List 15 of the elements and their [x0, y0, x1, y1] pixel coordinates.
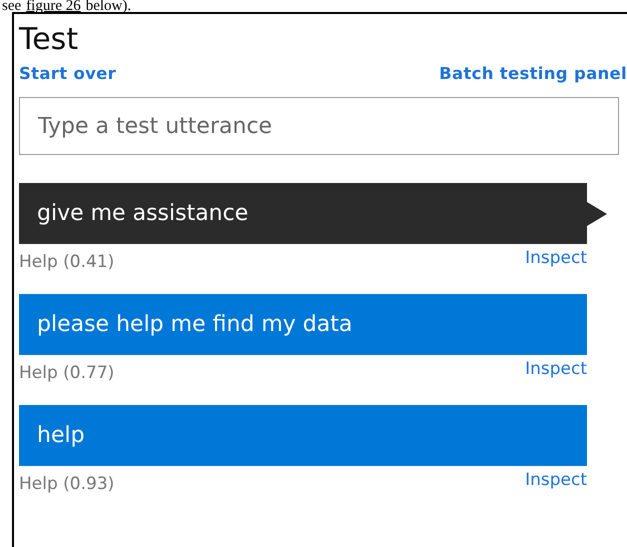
intent-score: Help (0.41): [19, 252, 114, 272]
intent-score: Help (0.93): [19, 474, 114, 494]
intent-score: Help (0.77): [19, 363, 114, 383]
batch-testing-link[interactable]: Batch testing panel: [439, 64, 627, 83]
inspect-link[interactable]: Inspect: [525, 470, 587, 490]
inspect-link[interactable]: Inspect: [525, 359, 587, 379]
utterance-item[interactable]: help: [19, 405, 587, 466]
pointer-icon: [587, 202, 607, 226]
panel-title: Test: [19, 22, 78, 58]
utterance-item[interactable]: give me assistance: [19, 183, 587, 244]
document-text: see: [2, 0, 22, 14]
utterance-input[interactable]: Type a test utterance: [19, 97, 619, 155]
start-over-link[interactable]: Start over: [19, 64, 116, 83]
inspect-link[interactable]: Inspect: [525, 248, 587, 268]
utterance-item[interactable]: please help me find my data: [19, 294, 587, 355]
